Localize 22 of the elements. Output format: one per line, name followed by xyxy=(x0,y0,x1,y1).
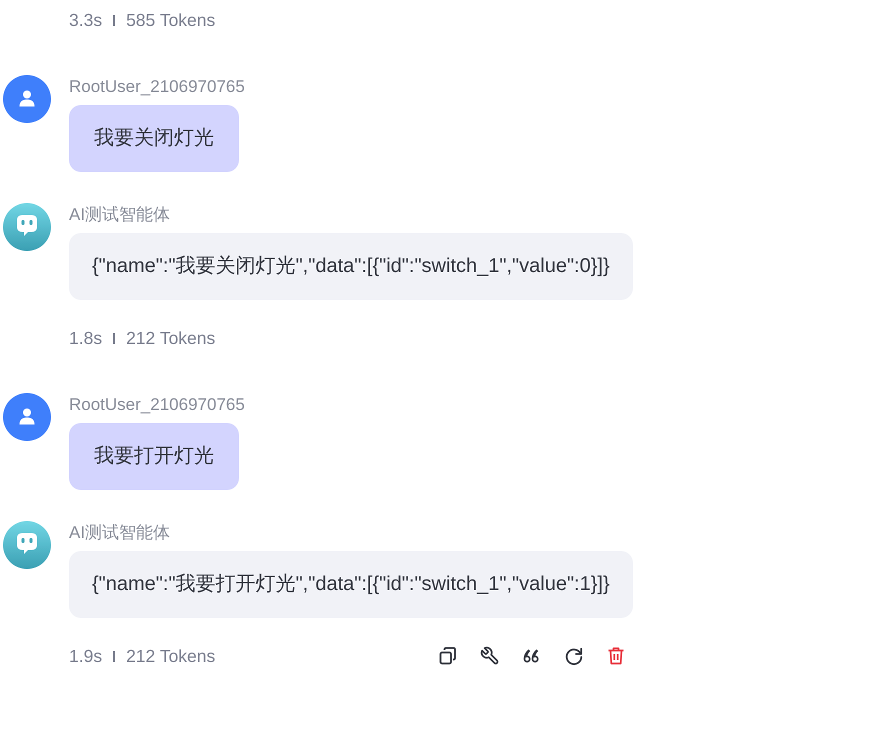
token-count: 212 Tokens xyxy=(126,327,216,350)
copy-icon xyxy=(438,646,458,666)
response-time: 1.9s xyxy=(69,645,102,668)
sender-name: RootUser_2106970765 xyxy=(69,394,245,416)
message-bubble: 我要打开灯光 xyxy=(69,423,239,490)
chat-bubble-avatar-icon xyxy=(3,521,51,569)
response-time: 1.8s xyxy=(69,327,102,350)
trash-icon xyxy=(606,646,626,666)
sender-name: AI测试智能体 xyxy=(69,522,170,544)
message-bubble: {"name":"我要关闭灯光","data":[{"id":"switch_1","value":0}]} xyxy=(69,233,633,300)
wrench-icon xyxy=(480,646,500,666)
refresh-icon xyxy=(564,646,584,666)
chat-bubble-avatar-icon xyxy=(3,203,51,251)
token-count: 585 Tokens xyxy=(126,9,216,32)
token-count: 212 Tokens xyxy=(126,645,216,668)
sender-name: AI测试智能体 xyxy=(69,204,170,226)
message-bubble: {"name":"我要打开灯光","data":[{"id":"switch_1","value":1}]} xyxy=(69,551,633,618)
person-avatar-icon xyxy=(3,75,51,123)
message-bubble: 我要关闭灯光 xyxy=(69,105,239,172)
sender-name: RootUser_2106970765 xyxy=(69,76,245,98)
response-time: 3.3s xyxy=(69,9,102,32)
person-avatar-icon xyxy=(3,393,51,441)
